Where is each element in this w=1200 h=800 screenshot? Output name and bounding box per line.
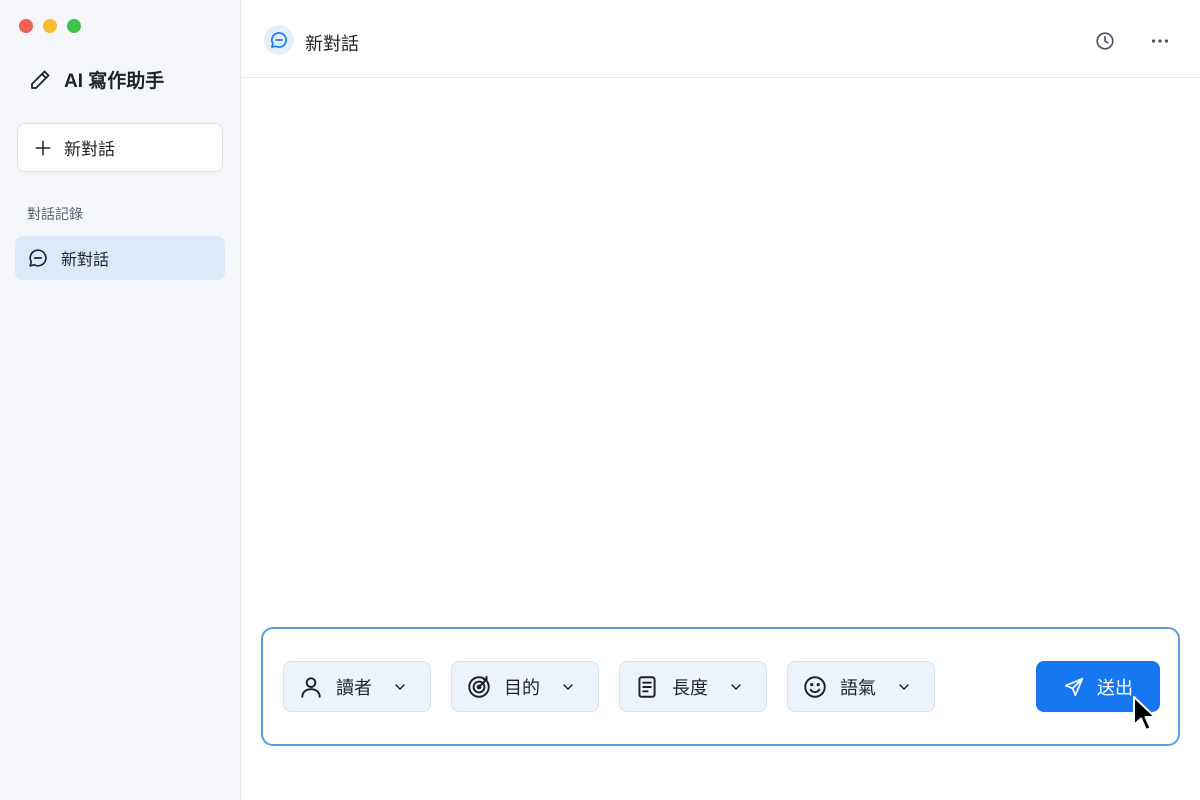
- chevron-down-icon: [899, 683, 909, 690]
- chevron-down-icon: [731, 683, 741, 690]
- conversation-badge: [264, 25, 294, 55]
- window-controls: [19, 19, 81, 33]
- tone-label: 語氣: [840, 677, 876, 698]
- target-icon: [468, 675, 490, 698]
- main-panel: 新對話 讀者 目的 長度 語氣 送出: [241, 0, 1200, 800]
- minimize-window-button[interactable]: [43, 19, 57, 33]
- app-window: AI 寫作助手 新對話 對話記錄 新對話 新對話 讀者 目的 長度 語氣 送出: [0, 0, 1200, 800]
- chat-bubble-icon: [271, 32, 287, 48]
- user-icon: [301, 676, 321, 698]
- document-icon: [638, 675, 656, 698]
- chevron-down-icon: [563, 683, 573, 690]
- send-button[interactable]: 送出: [1036, 661, 1160, 712]
- pencil-icon: [31, 70, 50, 89]
- smile-icon: [804, 675, 826, 698]
- audience-dropdown[interactable]: 讀者: [283, 661, 431, 712]
- send-label: 送出: [1097, 677, 1133, 698]
- chevron-down-icon: [395, 683, 405, 690]
- plus-icon: [35, 140, 51, 155]
- app-title: AI 寫作助手: [64, 71, 165, 92]
- composer: 讀者 目的 長度 語氣 送出: [261, 627, 1180, 746]
- top-bar: 新對話: [241, 0, 1200, 78]
- new-chat-button[interactable]: 新對話: [17, 123, 223, 172]
- app-brand: AI 寫作助手: [28, 66, 164, 93]
- conversation-area: [241, 79, 1200, 619]
- conversation-title: 新對話: [305, 34, 359, 54]
- history-item-label: 新對話: [61, 252, 110, 269]
- length-dropdown[interactable]: 長度: [619, 661, 767, 712]
- history-button[interactable]: [1092, 28, 1118, 54]
- purpose-dropdown[interactable]: 目的: [451, 661, 599, 712]
- history-item[interactable]: 新對話: [15, 236, 225, 280]
- new-chat-label: 新對話: [64, 140, 115, 159]
- close-window-button[interactable]: [19, 19, 33, 33]
- chat-bubble-icon: [29, 249, 47, 267]
- history-section-label: 對話記錄: [27, 206, 83, 222]
- length-label: 長度: [672, 677, 708, 698]
- sidebar: AI 寫作助手 新對話 對話記錄 新對話: [0, 0, 241, 800]
- clock-icon: [1096, 32, 1114, 50]
- tone-dropdown[interactable]: 語氣: [787, 661, 935, 712]
- more-horizontal-icon: [1151, 39, 1169, 43]
- send-icon: [1064, 677, 1084, 696]
- zoom-window-button[interactable]: [67, 19, 81, 33]
- more-options-button[interactable]: [1147, 28, 1173, 54]
- purpose-label: 目的: [504, 677, 540, 698]
- audience-label: 讀者: [336, 677, 372, 698]
